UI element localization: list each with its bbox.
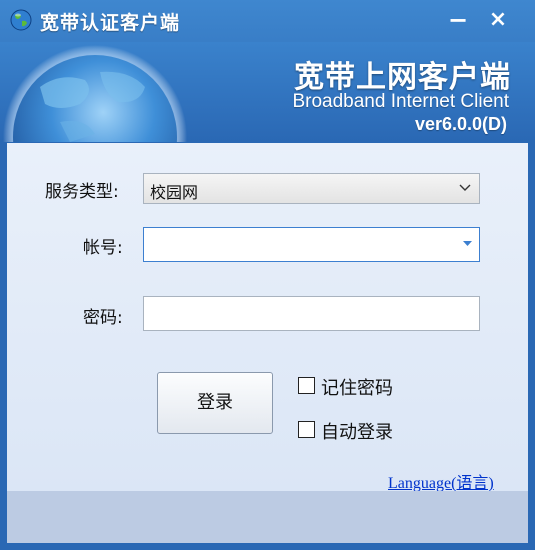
auto-login-checkbox[interactable] — [298, 421, 315, 438]
auto-login-label[interactable]: 自动登录 — [321, 418, 393, 444]
title-bar[interactable]: 宽带认证客户端 − × — [0, 0, 535, 42]
login-window: 宽带认证客户端 − × 宽带上网客户端 Broadband Internet C… — [0, 0, 535, 550]
account-input[interactable] — [143, 227, 480, 262]
login-button[interactable]: 登录 — [157, 372, 273, 434]
version-label: ver6.0.0(D) — [414, 114, 507, 134]
minimize-button[interactable]: − — [443, 6, 473, 34]
banner: 宽带上网客户端 Broadband Internet Client ver6.0… — [0, 42, 535, 142]
globe-icon — [10, 9, 32, 31]
password-input[interactable] — [143, 296, 480, 331]
remember-password-checkbox[interactable] — [298, 377, 315, 394]
language-link[interactable]: Language(语言) — [388, 469, 494, 493]
globe-graphic — [3, 45, 187, 142]
login-panel: 服务类型: 校园网 帐号: 密码: 登录 记住密码 自动登录 Language(… — [7, 143, 528, 493]
brand-name-cn: 宽带上网客户端 — [294, 60, 511, 95]
service-type-value: 校园网 — [150, 183, 199, 202]
password-label: 密码: — [83, 308, 123, 328]
remember-password-label[interactable]: 记住密码 — [321, 374, 393, 400]
window-title: 宽带认证客户端 — [40, 12, 181, 34]
caret-down-icon[interactable] — [463, 241, 472, 247]
close-button[interactable]: × — [483, 6, 513, 34]
service-type-select[interactable]: 校园网 — [143, 173, 480, 204]
brand-name-en: Broadband Internet Client — [292, 91, 509, 112]
account-label: 帐号: — [83, 238, 123, 258]
service-type-label: 服务类型: — [45, 182, 119, 202]
footer-strip — [7, 491, 528, 543]
chevron-down-icon — [459, 184, 471, 191]
